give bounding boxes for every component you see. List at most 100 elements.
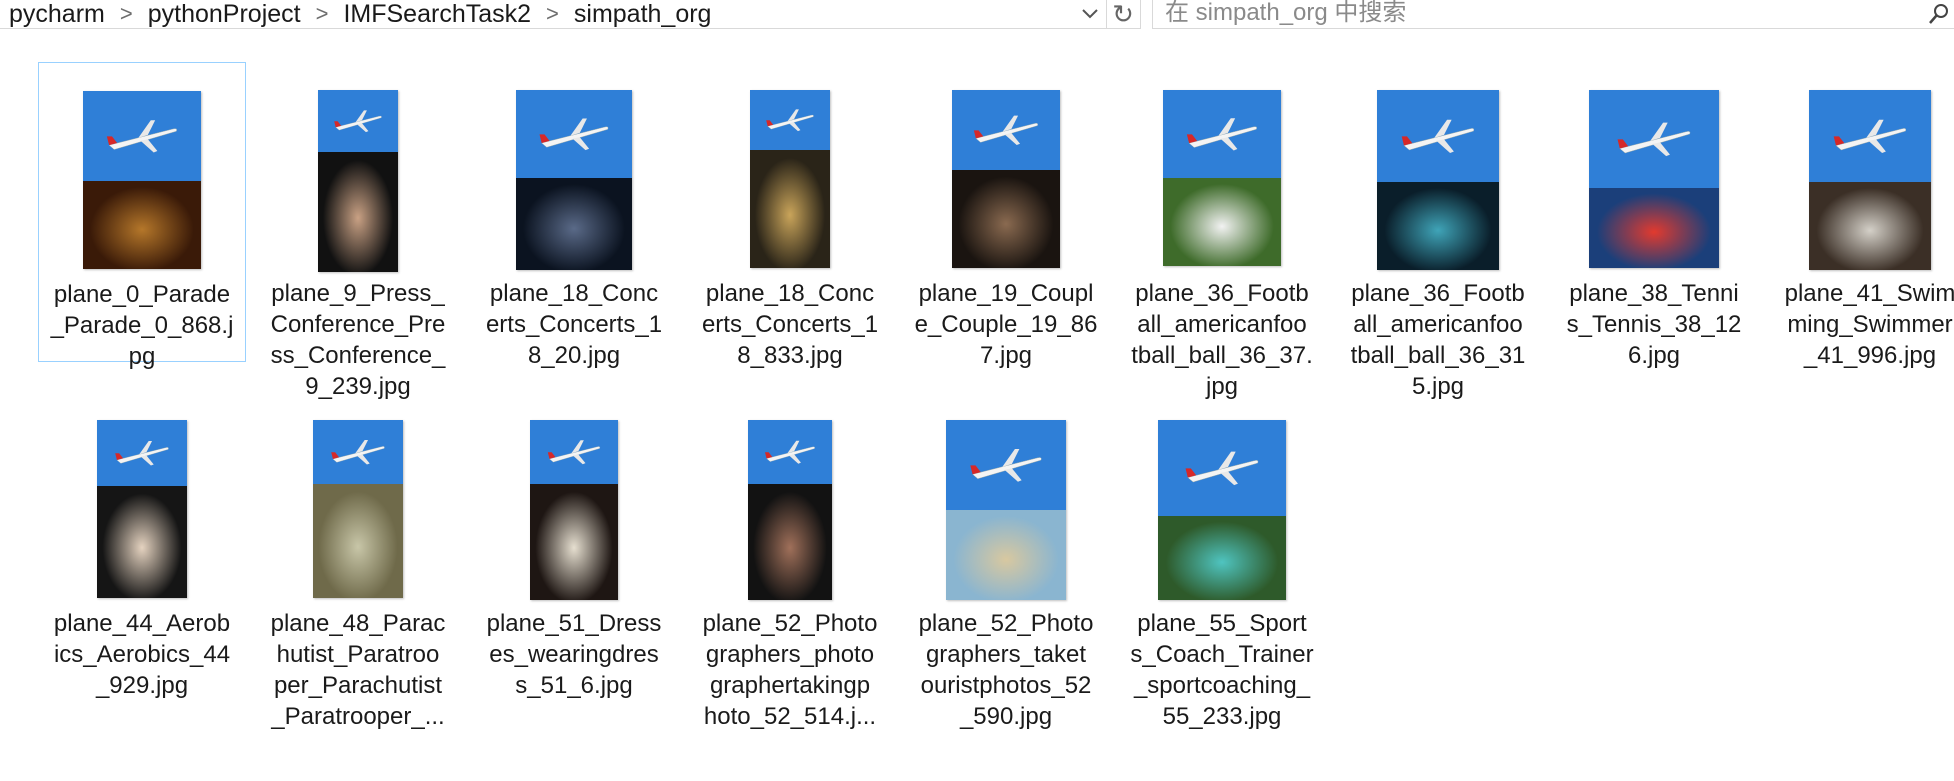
airplane-icon (1617, 122, 1691, 157)
thumbnail-sky (1809, 90, 1931, 182)
file-item[interactable]: plane_36_Footb all_americanfoo tball_ball_… (1334, 62, 1542, 400)
file-thumbnail[interactable] (946, 420, 1066, 600)
file-item[interactable]: plane_48_Parac hutist_Paratroo per_Parachu… (254, 392, 462, 730)
search-input[interactable] (1165, 0, 1905, 26)
file-thumbnail[interactable] (318, 90, 398, 272)
thumbnail-sky (83, 91, 201, 181)
breadcrumb: pycharm > pythonProject > IMFSearchTask2… (6, 0, 714, 28)
file-grid: plane_0_Parade _Parade_0_868.j pg plane_9_P… (0, 40, 1954, 781)
thumbnail-photo (750, 150, 830, 268)
thumbnail-photo (83, 181, 201, 269)
breadcrumb-separator-icon[interactable]: > (108, 1, 145, 27)
file-item[interactable]: plane_19_Coupl e_Couple_19_86 7.jpg (902, 62, 1110, 369)
thumbnail-sky (1589, 90, 1719, 188)
thumbnail-sky (748, 420, 832, 484)
file-item[interactable]: plane_18_Conc erts_Concerts_1 8_20.jpg (470, 62, 678, 369)
file-thumbnail[interactable] (750, 90, 830, 268)
thumbnail-sky (750, 90, 830, 150)
airplane-icon (970, 449, 1042, 482)
file-name-label: plane_18_Conc erts_Concerts_1 8_833.jpg (701, 280, 879, 369)
thumbnail-photo (1809, 182, 1931, 270)
file-name-label: plane_36_Footb all_americanfoo tball_ball_… (1131, 280, 1313, 400)
file-thumbnail[interactable] (1809, 90, 1931, 270)
breadcrumb-separator-icon[interactable]: > (534, 1, 571, 27)
thumbnail-photo (1589, 188, 1719, 268)
thumbnail-photo (952, 170, 1060, 268)
chevron-down-icon[interactable] (1076, 0, 1104, 28)
thumbnail-photo (516, 178, 632, 270)
file-thumbnail[interactable] (83, 91, 201, 269)
breadcrumb-item-imfsearchtask2[interactable]: IMFSearchTask2 (340, 0, 534, 29)
thumbnail-sky (952, 90, 1060, 170)
search-icon[interactable] (1927, 2, 1951, 26)
airplane-icon (1185, 451, 1259, 486)
airplane-icon (334, 110, 382, 133)
thumbnail-photo (1163, 178, 1281, 266)
thumbnail-photo (748, 484, 832, 600)
thumbnail-photo (313, 484, 403, 598)
airplane-icon (1401, 119, 1475, 154)
file-name-label: plane_38_Tenni s_Tennis_38_12 6.jpg (1566, 280, 1742, 369)
breadcrumb-item-pythonproject[interactable]: pythonProject (145, 0, 304, 29)
file-item[interactable]: plane_0_Parade _Parade_0_868.j pg (38, 62, 246, 370)
file-thumbnail[interactable] (516, 90, 632, 270)
airplane-icon (115, 441, 169, 466)
thumbnail-sky (946, 420, 1066, 510)
file-name-label: plane_36_Footb all_americanfoo tball_ball_… (1350, 280, 1526, 400)
file-name-label: plane_48_Parac hutist_Paratroo per_Parachu… (270, 610, 446, 730)
file-item[interactable]: plane_51_Dress es_wearingdres s_51_6.jpg (470, 392, 678, 699)
thumbnail-sky (1158, 420, 1286, 516)
file-item[interactable]: plane_36_Footb all_americanfoo tball_ball_… (1118, 62, 1326, 400)
thumbnail-photo (97, 486, 187, 598)
airplane-icon (1833, 119, 1907, 154)
thumbnail-photo (318, 152, 398, 272)
thumbnail-sky (530, 420, 618, 484)
file-thumbnail[interactable] (1163, 90, 1281, 266)
thumbnail-sky (318, 90, 398, 152)
breadcrumb-item-simpath-org[interactable]: simpath_org (571, 0, 715, 29)
breadcrumb-separator-icon[interactable]: > (304, 1, 341, 27)
airplane-icon (766, 109, 814, 132)
file-item[interactable]: plane_38_Tenni s_Tennis_38_12 6.jpg (1550, 62, 1758, 369)
file-item[interactable]: plane_52_Photo graphers_photo graphertakin… (686, 392, 894, 730)
file-item[interactable]: plane_9_Press_ Conference_Pre ss_Conferenc… (254, 62, 462, 400)
airplane-icon (539, 118, 609, 151)
airplane-icon (106, 120, 177, 153)
file-name-label: plane_19_Coupl e_Couple_19_86 7.jpg (914, 280, 1098, 369)
address-bar[interactable]: pycharm > pythonProject > IMFSearchTask2… (0, 0, 1107, 29)
thumbnail-photo (1377, 182, 1499, 270)
file-thumbnail[interactable] (97, 420, 187, 598)
thumbnail-sky (1163, 90, 1281, 178)
file-thumbnail[interactable] (952, 90, 1060, 268)
file-name-label: plane_52_Photo graphers_taket ouristphotos… (918, 610, 1094, 730)
airplane-icon (973, 115, 1038, 146)
file-item[interactable]: plane_18_Conc erts_Concerts_1 8_833.jpg (686, 62, 894, 369)
file-thumbnail[interactable] (530, 420, 618, 600)
thumbnail-sky (313, 420, 403, 484)
file-name-label: plane_18_Conc erts_Concerts_1 8_20.jpg (485, 280, 663, 369)
airplane-icon (1186, 118, 1257, 151)
file-item[interactable]: plane_44_Aerob ics_Aerobics_44 _929.jpg (38, 392, 246, 699)
thumbnail-sky (516, 90, 632, 178)
file-name-label: plane_44_Aerob ics_Aerobics_44 _929.jpg (53, 610, 231, 699)
airplane-icon (765, 440, 815, 464)
file-thumbnail[interactable] (748, 420, 832, 600)
airplane-icon (331, 440, 385, 465)
file-thumbnail[interactable] (313, 420, 403, 598)
thumbnail-sky (97, 420, 187, 486)
toolbar: pycharm > pythonProject > IMFSearchTask2… (0, 0, 1954, 32)
file-item[interactable]: plane_52_Photo graphers_taket ouristphotos… (902, 392, 1110, 730)
breadcrumb-item-pycharm[interactable]: pycharm (6, 0, 108, 29)
file-thumbnail[interactable] (1377, 90, 1499, 270)
file-name-label: plane_52_Photo graphers_photo graphertakin… (702, 610, 878, 730)
file-name-label: plane_9_Press_ Conference_Pre ss_Conferenc… (270, 280, 446, 400)
airplane-icon (547, 440, 601, 465)
file-thumbnail[interactable] (1589, 90, 1719, 268)
file-item[interactable]: plane_55_Sport s_Coach_Trainer _sportcoach… (1118, 392, 1326, 730)
file-thumbnail[interactable] (1158, 420, 1286, 600)
search-box[interactable] (1152, 0, 1954, 29)
refresh-icon[interactable]: ↻ (1106, 0, 1141, 29)
file-item[interactable]: plane_41_Swim ming_Swimmer _41_996.jpg (1766, 62, 1954, 369)
file-name-label: plane_41_Swim ming_Swimmer _41_996.jpg (1784, 280, 1954, 369)
thumbnail-photo (946, 510, 1066, 600)
